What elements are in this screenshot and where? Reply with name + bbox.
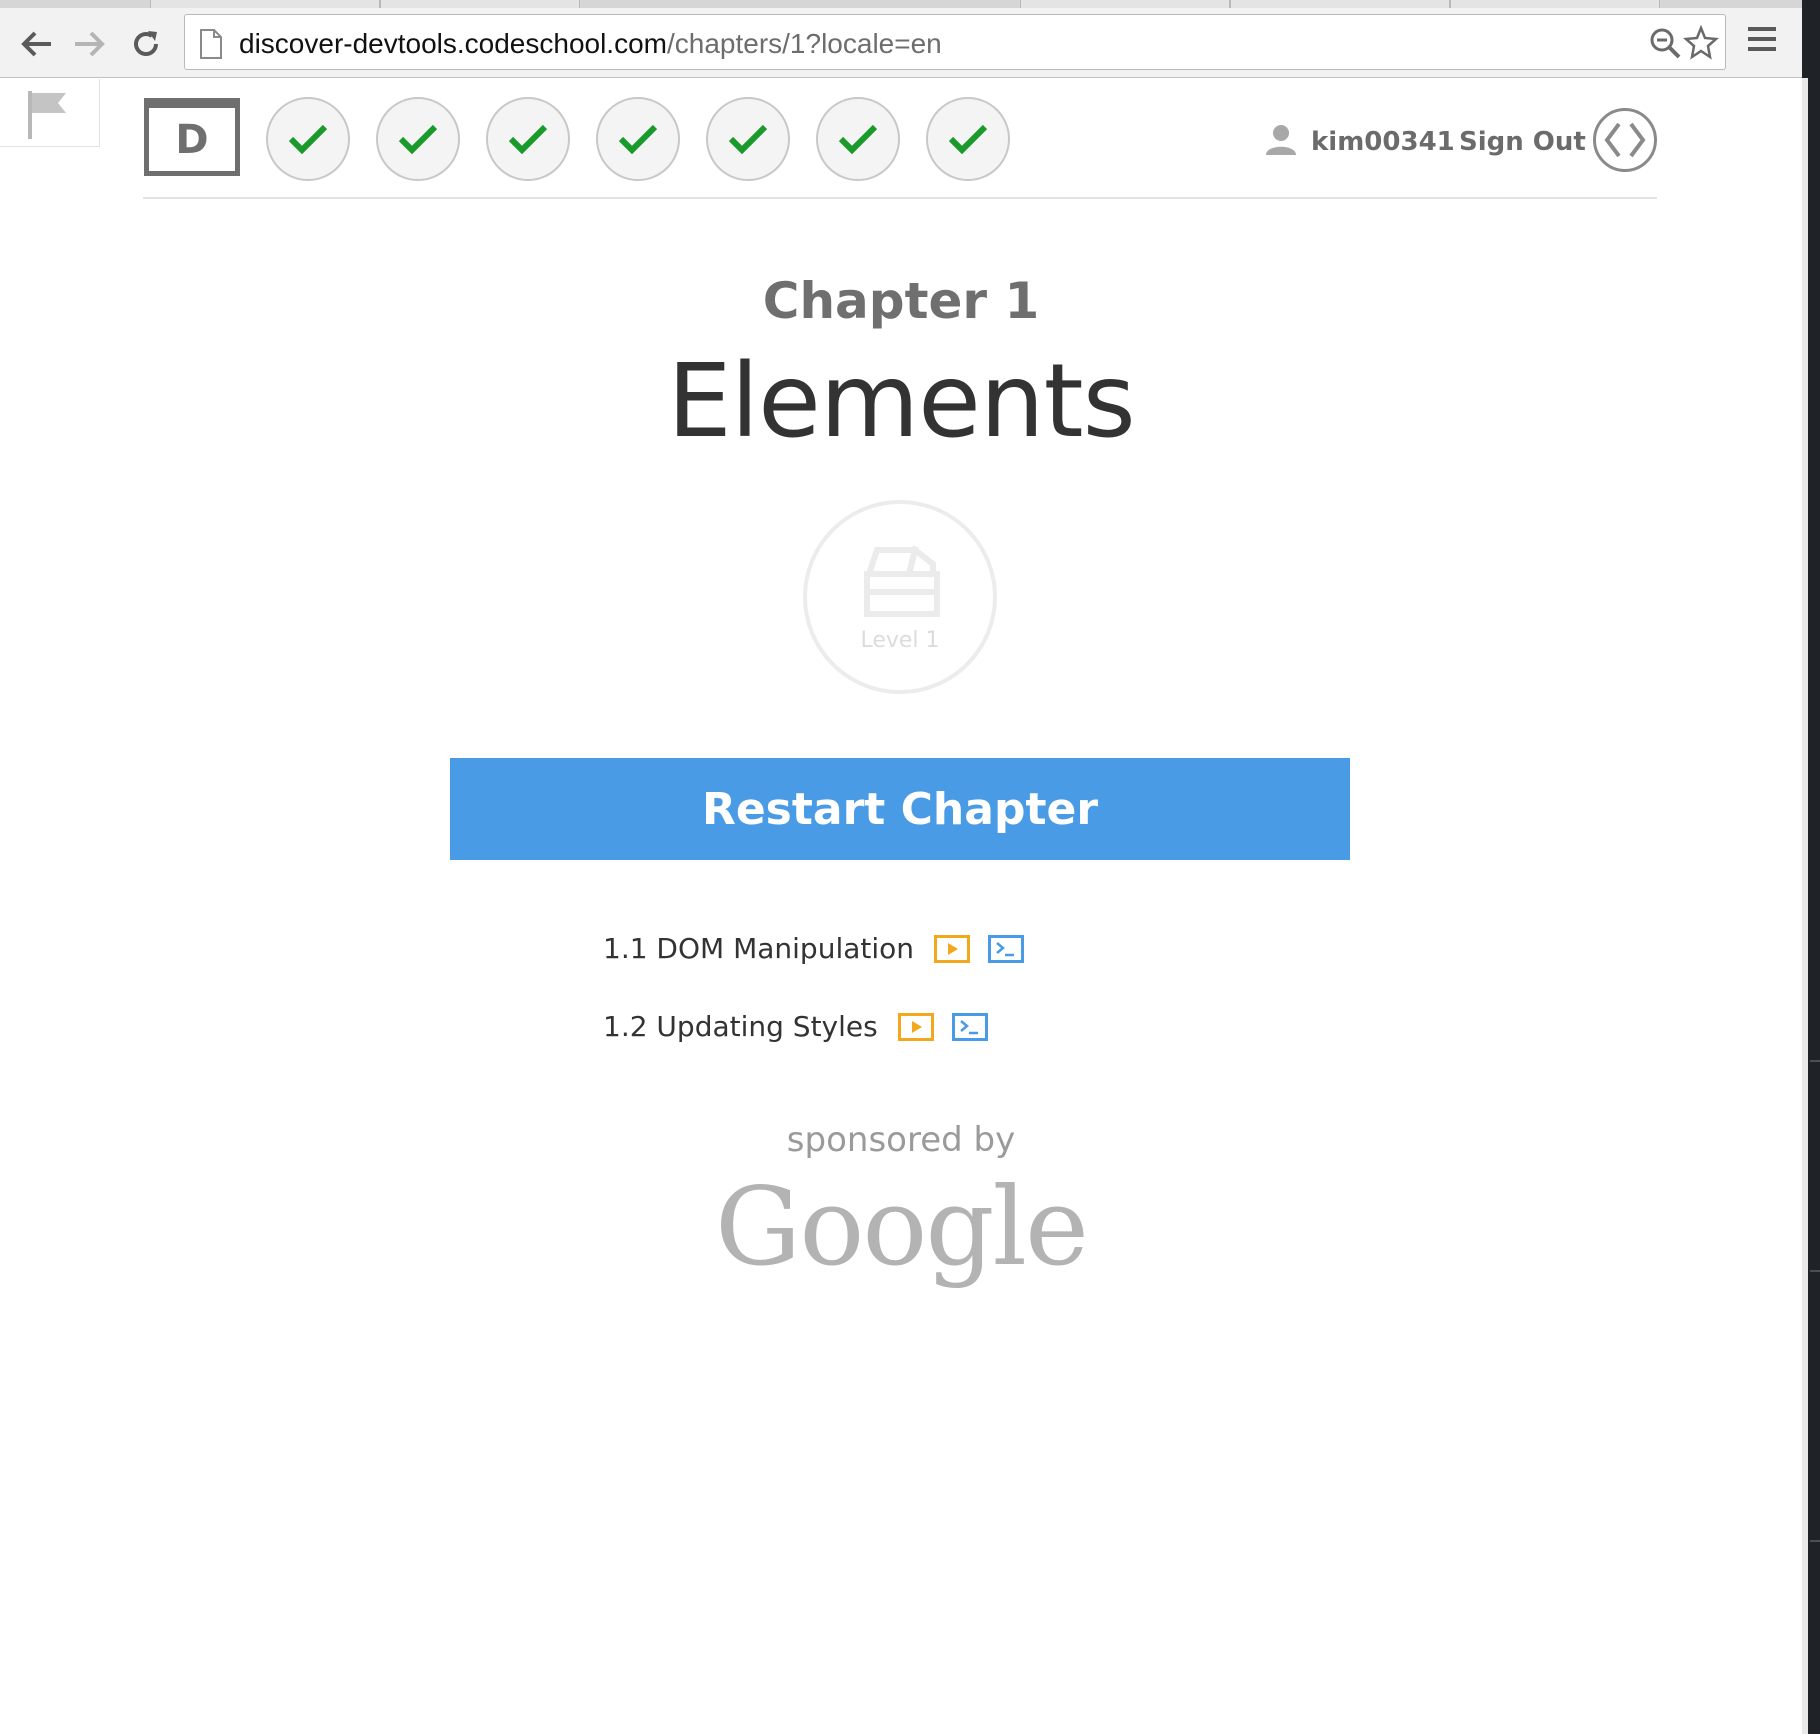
checkmark-icon xyxy=(398,124,438,155)
sponsored-by-text: sponsored by xyxy=(786,1120,1016,1160)
username[interactable]: kim00341 xyxy=(1311,127,1455,157)
video-icon[interactable] xyxy=(934,934,971,963)
checkmark-icon xyxy=(838,124,878,155)
course-logo[interactable]: D xyxy=(144,98,240,176)
edge-tick xyxy=(1810,1060,1820,1062)
google-logo[interactable]: Google xyxy=(0,1165,1802,1290)
level-6-button[interactable] xyxy=(816,97,900,181)
page-scrollbar[interactable] xyxy=(1802,78,1808,1734)
checkmark-icon xyxy=(288,124,328,155)
checkmark-icon xyxy=(618,124,658,155)
checkmark-icon xyxy=(728,124,768,155)
browser-tab[interactable] xyxy=(1230,0,1450,8)
toolbox-icon xyxy=(864,544,940,617)
browser-toolbar: discover-devtools.codeschool.com/chapter… xyxy=(0,8,1820,78)
tab-strip xyxy=(0,0,1820,8)
url-text: discover-devtools.codeschool.com/chapter… xyxy=(239,28,942,60)
back-arrow-icon xyxy=(21,31,51,57)
browser-tab[interactable] xyxy=(1450,0,1660,8)
flag-icon xyxy=(28,91,66,139)
url-path: /chapters/1?locale=en xyxy=(666,28,942,59)
checkmark-icon xyxy=(508,124,548,155)
page-icon xyxy=(200,29,222,59)
level-3-button[interactable] xyxy=(486,97,570,181)
back-button[interactable] xyxy=(14,22,58,66)
level-badge: Level 1 xyxy=(803,500,997,694)
star-icon[interactable] xyxy=(1683,25,1719,61)
browser-menu-button[interactable] xyxy=(1746,24,1786,64)
sign-out-link[interactable]: Sign Out xyxy=(1459,127,1586,157)
console-icon[interactable] xyxy=(988,934,1025,963)
forward-button[interactable] xyxy=(68,22,112,66)
level-1-button[interactable] xyxy=(266,97,350,181)
code-brackets-icon xyxy=(1604,122,1646,158)
chapter-label: Chapter 1 xyxy=(762,272,1040,330)
reload-icon xyxy=(134,31,158,56)
chapter-title: Elements xyxy=(667,342,1135,461)
level-5-button[interactable] xyxy=(706,97,790,181)
lesson-label[interactable]: 1.2 Updating Styles xyxy=(603,1010,878,1043)
browser-tab[interactable] xyxy=(380,0,580,8)
browser-tab[interactable] xyxy=(1020,0,1230,8)
menu-icon xyxy=(1748,27,1776,51)
level-2-button[interactable] xyxy=(376,97,460,181)
lesson-label[interactable]: 1.1 DOM Manipulation xyxy=(603,932,914,965)
logo-letter: D xyxy=(175,116,209,163)
user-icon xyxy=(1266,125,1296,155)
checkmark-icon xyxy=(948,124,988,155)
level-7-button[interactable] xyxy=(926,97,1010,181)
lesson-item[interactable]: 1.1 DOM Manipulation xyxy=(603,932,1042,965)
console-icon[interactable] xyxy=(951,1012,988,1041)
level-badge-label: Level 1 xyxy=(860,628,940,653)
browser-tab[interactable] xyxy=(150,0,380,8)
edge-tick xyxy=(1810,1540,1820,1542)
restart-chapter-button[interactable]: Restart Chapter xyxy=(450,758,1350,860)
video-icon[interactable] xyxy=(897,1012,934,1041)
level-4-button[interactable] xyxy=(596,97,680,181)
lesson-item[interactable]: 1.2 Updating Styles xyxy=(603,1010,1006,1043)
header-divider xyxy=(143,197,1657,199)
reload-button[interactable] xyxy=(124,22,168,66)
address-bar[interactable]: discover-devtools.codeschool.com/chapter… xyxy=(184,14,1726,70)
window-edge xyxy=(1802,0,1820,1734)
zoom-icon[interactable] xyxy=(1649,27,1681,59)
code-toggle-button[interactable] xyxy=(1593,108,1657,172)
edge-tick xyxy=(1810,1270,1820,1272)
url-host: discover-devtools.codeschool.com xyxy=(239,28,667,59)
feedback-flag-button[interactable] xyxy=(0,79,100,147)
forward-arrow-icon xyxy=(75,31,105,57)
